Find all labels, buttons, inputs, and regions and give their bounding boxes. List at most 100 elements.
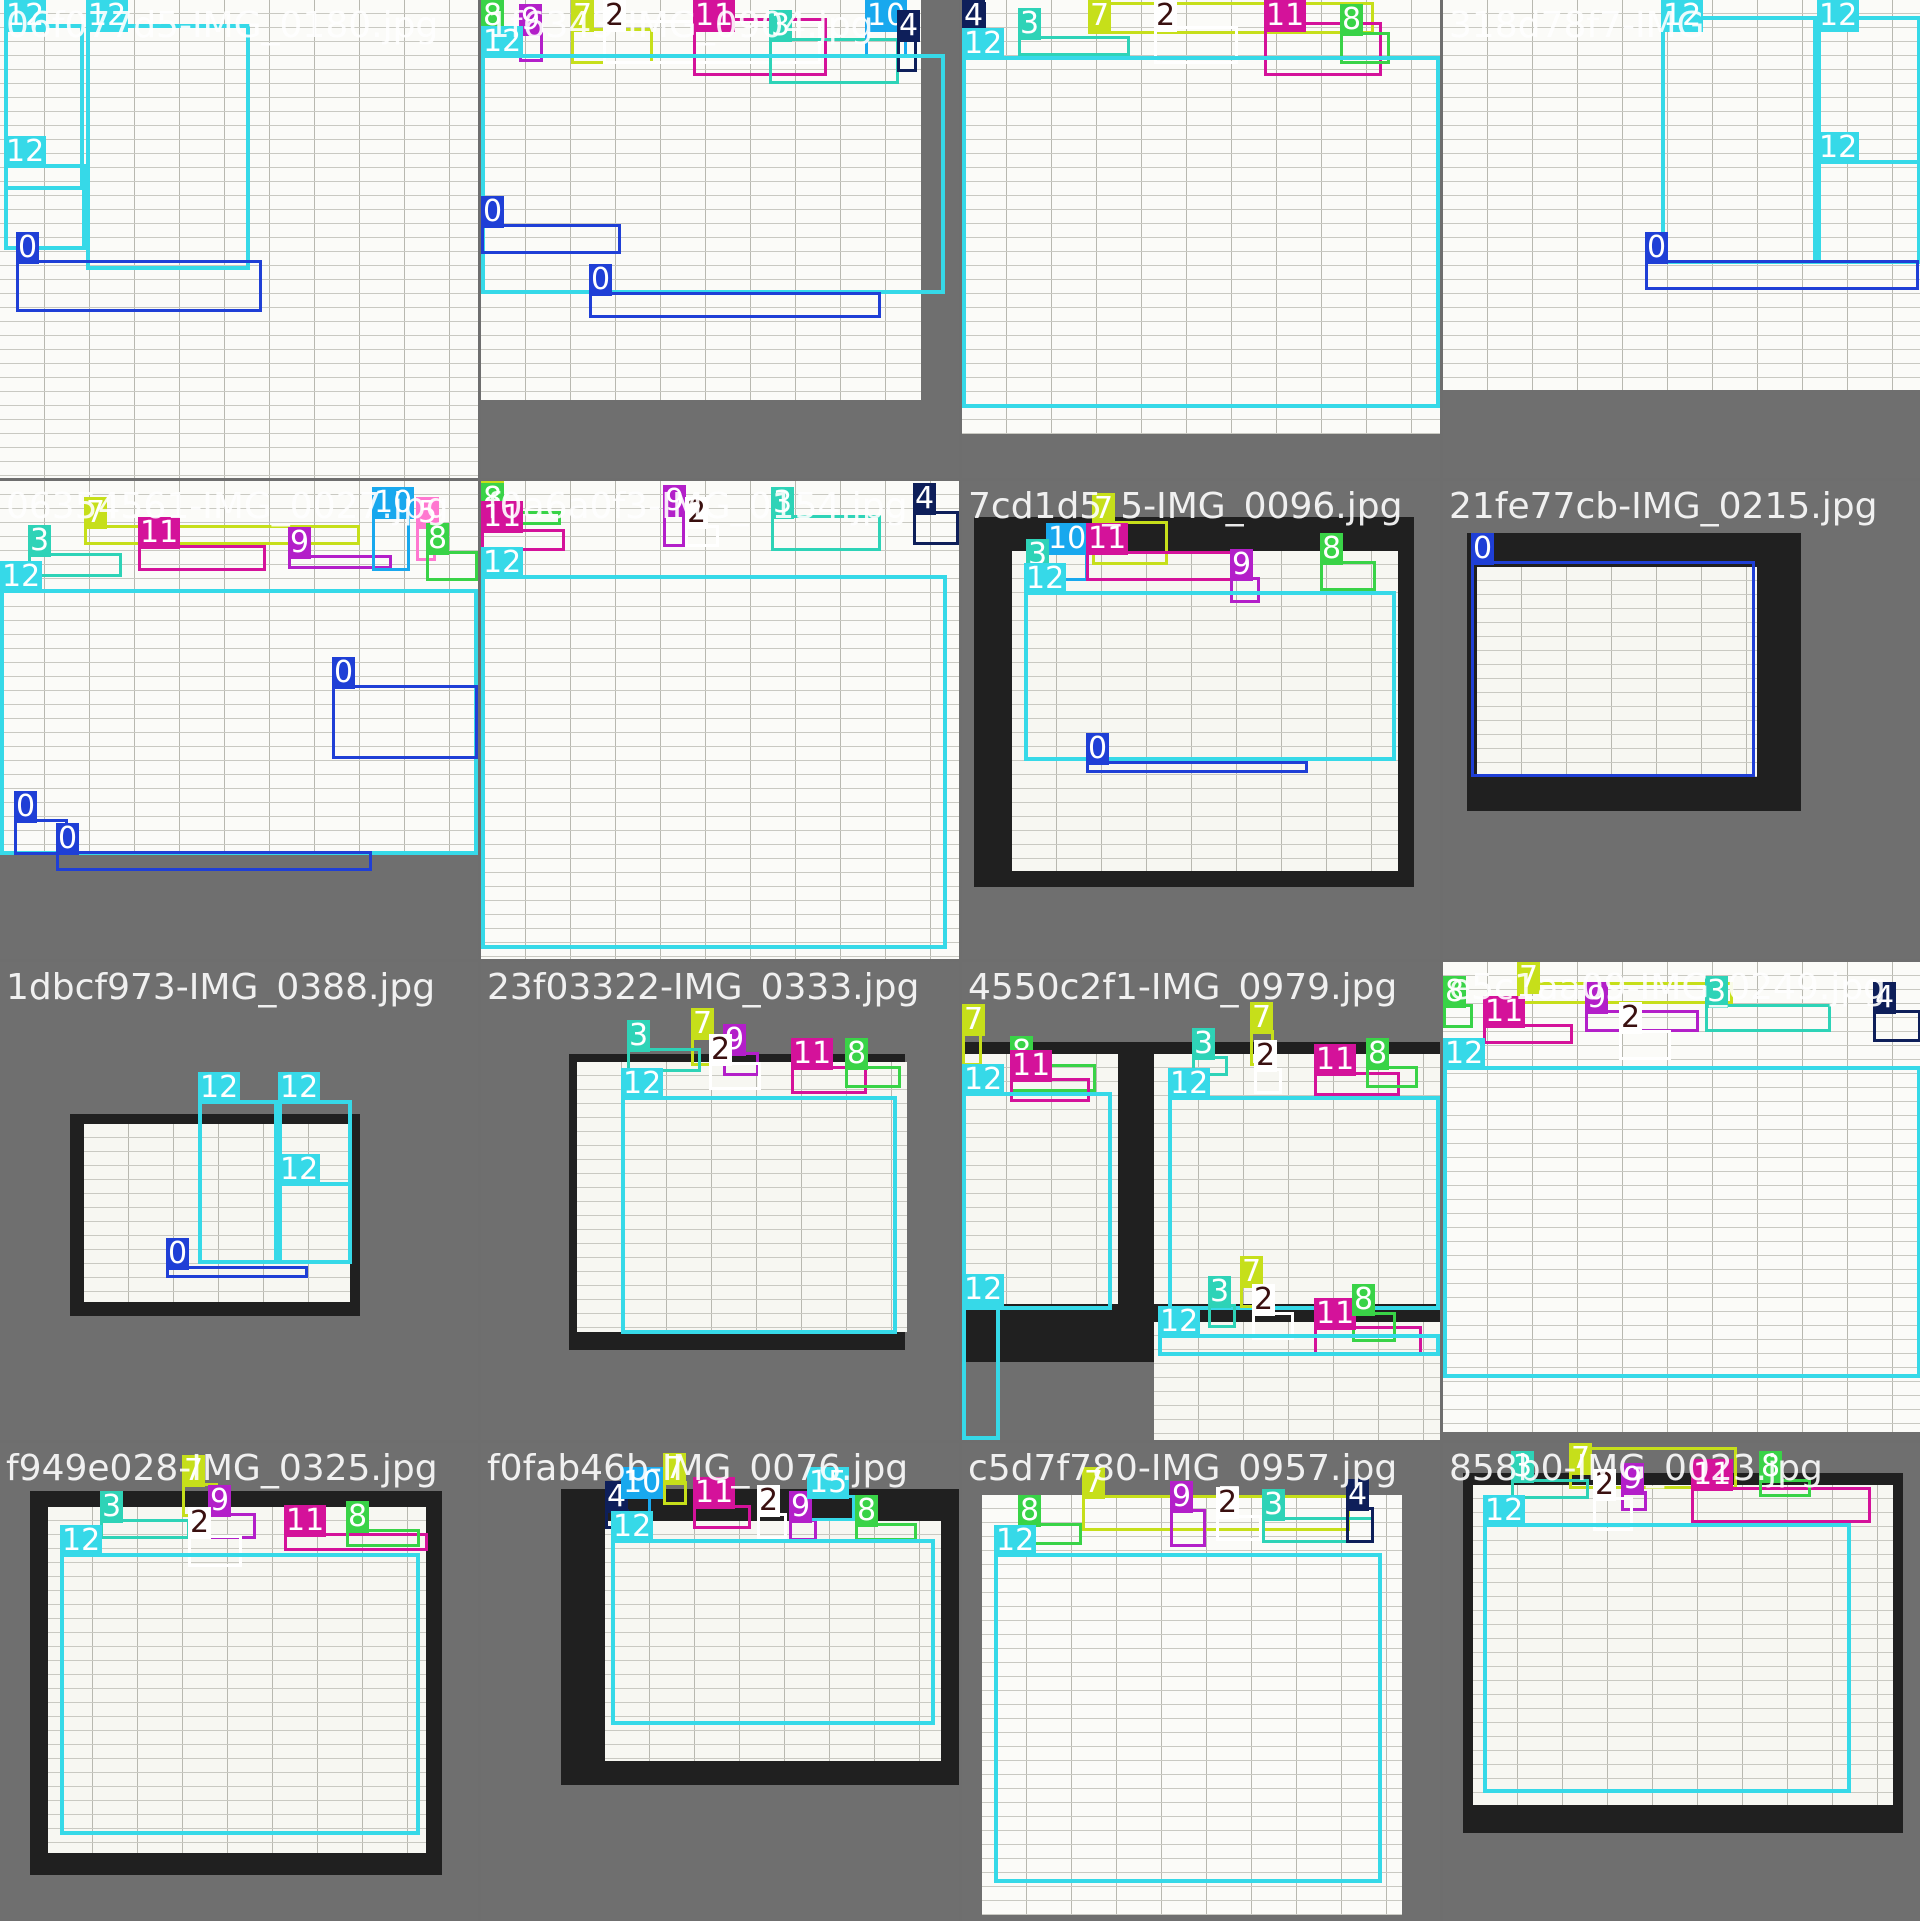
detection-box — [481, 54, 945, 294]
class-label: 12 — [1443, 1036, 1486, 1071]
class-label: 12 — [611, 1509, 654, 1544]
detection-box — [962, 1302, 1000, 1440]
tile-filename: 1f6343-IMG_0904.jpg — [487, 5, 874, 46]
detection-box — [962, 1032, 982, 1066]
tile-filename: f0fab46b-IMG_0076.jpg — [487, 1448, 909, 1489]
class-label: 12 — [481, 545, 524, 580]
tile: f0fab46b-IMG_0076.jpg 7 4 10 11 2 9 15 8 12 — [481, 1443, 959, 1921]
detection-box — [1817, 160, 1920, 264]
class-label: 12 — [1483, 1493, 1526, 1528]
detection-box — [611, 1539, 935, 1725]
tile: 4 3 7 2 11 8 12 — [962, 0, 1440, 478]
class-label: 2 — [709, 1032, 733, 1067]
class-label: 12 — [1817, 0, 1860, 33]
class-label: 12 — [198, 1070, 241, 1105]
class-label: 0 — [589, 262, 613, 297]
tile-filename: c5d7f780-IMG_0957.jpg — [968, 1448, 1398, 1489]
class-label: 3 — [627, 1018, 651, 1053]
detection-box — [16, 260, 262, 312]
class-label: 11 — [791, 1036, 834, 1071]
tile-filename: f949e028-IMG_0325.jpg — [6, 1448, 438, 1489]
detection-box — [1471, 561, 1755, 777]
class-label: 12 — [962, 1272, 1005, 1307]
class-label: 3 — [28, 523, 52, 558]
class-label: 2 — [1252, 1282, 1276, 1317]
class-label: 10 — [1046, 521, 1089, 556]
class-label: 9 — [1230, 547, 1254, 582]
class-label: 8 — [855, 1493, 879, 1528]
class-label: 12 — [994, 1523, 1037, 1558]
class-label: 4 — [897, 8, 921, 43]
tile: c5d7f780-IMG_0957.jpg 7 9 2 3 4 8 12 — [962, 1443, 1440, 1921]
tile: f0a6a0f3-IMG_0154.jpg 7811923412 — [481, 481, 959, 959]
tile: 7cd1d5_5-IMG_0096.jpg 7 10 11 9 8 3 12 0 — [962, 481, 1440, 959]
tile: e5c1aa09-IMG_0249.jpg 7 8 11 9 2 3 4 12 — [1443, 962, 1920, 1440]
class-label: 0 — [481, 194, 505, 229]
detection-box — [621, 1096, 897, 1334]
tile-filename: 23f03322-IMG_0333.jpg — [487, 967, 920, 1008]
tile-filename: 1dbcf973-IMG_0388.jpg — [6, 967, 436, 1008]
tile-filename: 318d78f7-IMG — [1449, 5, 1705, 46]
detection-box — [1443, 1066, 1920, 1378]
class-label: 2 — [1254, 1038, 1278, 1073]
detection-box — [1661, 16, 1817, 264]
class-label: 12 — [1817, 130, 1860, 165]
detection-box — [481, 575, 947, 949]
class-label: 3 — [1018, 6, 1042, 41]
class-label: 7 — [1088, 0, 1112, 33]
class-label: 12 — [4, 134, 47, 169]
detection-box — [84, 525, 360, 545]
class-label: 12 — [1158, 1304, 1201, 1339]
class-label: 3 — [1192, 1026, 1216, 1061]
class-label: 0 — [16, 230, 40, 265]
class-label: 3 — [100, 1489, 124, 1524]
tile-filename: 4550c2f1-IMG_0979.jpg — [968, 967, 1398, 1008]
class-label: 8 — [1366, 1036, 1390, 1071]
class-label: 12 — [60, 1523, 103, 1558]
class-label: 3 — [1262, 1487, 1286, 1522]
class-label: 8 — [346, 1499, 370, 1534]
detection-box — [994, 1553, 1382, 1883]
class-label: 0 — [14, 789, 38, 824]
class-label: 12 — [962, 1062, 1005, 1097]
class-label: 0 — [1645, 230, 1669, 265]
tile: 06354561-IMG_0027.jpg 7 11 9 10 5 8 3 12 0 0 0 — [0, 481, 478, 959]
tile: 318d78f7-IMG 12 12 12 0 — [1443, 0, 1920, 478]
class-label: 3 — [1208, 1274, 1232, 1309]
class-label: 8 — [426, 521, 450, 556]
class-label: 2 — [188, 1505, 212, 1540]
tile-filename: f0a6a0f3-IMG_0154.jpg — [487, 486, 908, 527]
detection-box — [1158, 1334, 1440, 1356]
class-label: 8 — [1340, 2, 1364, 37]
class-label: 12 — [278, 1152, 321, 1187]
class-label: 12 — [621, 1066, 664, 1101]
class-label: 12 — [962, 26, 1005, 61]
detection-box — [86, 24, 250, 270]
class-label: 11 — [1314, 1042, 1357, 1077]
detection-box — [1645, 260, 1919, 290]
detection-box — [278, 1182, 352, 1264]
tile-filename: 06f077d5-IMG_0180.jpg — [6, 5, 439, 46]
class-label: 11 — [1010, 1048, 1053, 1083]
detection-box — [60, 1553, 420, 1835]
detection-box — [1086, 761, 1308, 773]
class-label: 9 — [208, 1483, 232, 1518]
class-label: 12 — [1024, 561, 1067, 596]
class-label: 11 — [1314, 1296, 1357, 1331]
detection-box — [589, 292, 881, 318]
class-label: 0 — [1086, 731, 1110, 766]
tile-filename: 7cd1d5_5-IMG_0096.jpg — [968, 486, 1403, 527]
class-label: 2 — [757, 1483, 781, 1518]
class-label: 0 — [1471, 531, 1495, 566]
class-label: 12 — [1168, 1066, 1211, 1101]
detection-box — [56, 851, 372, 871]
class-label: 4 — [913, 481, 937, 516]
class-label: 8 — [1320, 531, 1344, 566]
detection-box — [1024, 591, 1396, 761]
tile: 06f077d5-IMG_0180.jpg 12 12 12 0 — [0, 0, 478, 478]
tile-filename: e5c1aa09-IMG_0249.jpg — [1449, 967, 1887, 1008]
class-label: 12 — [0, 559, 43, 594]
detection-box — [198, 1100, 278, 1264]
detection-mosaic: 06f077d5-IMG_0180.jpg 12 12 12 0 1f6343-IMG… — [0, 0, 1920, 1921]
class-label: 12 — [278, 1070, 321, 1105]
